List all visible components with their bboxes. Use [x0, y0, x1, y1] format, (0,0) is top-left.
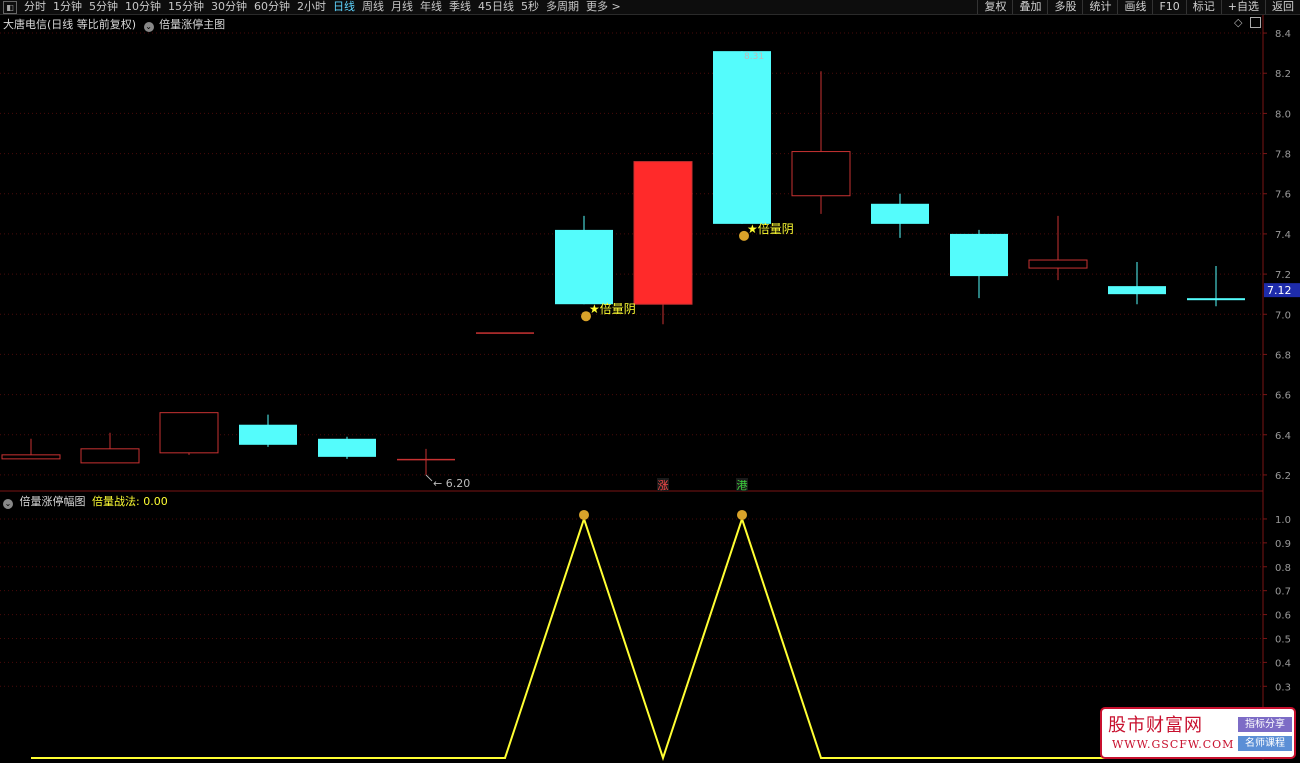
- watermark-badge-share: 指标分享: [1238, 717, 1292, 732]
- candle-body: [1108, 286, 1166, 295]
- candle-body: [1187, 298, 1245, 301]
- high-price-label: 8.31: [744, 52, 764, 62]
- last-price-label: 7.12: [1267, 284, 1292, 297]
- main-tick-label: 7.2: [1275, 270, 1291, 281]
- candle-body: [1, 454, 61, 460]
- candle-body: [555, 229, 613, 305]
- sub-indicator-toggle-icon[interactable]: ⌄: [3, 499, 13, 509]
- sub-tick-label: 0.9: [1275, 539, 1291, 550]
- low-price-label: ← 6.20: [433, 477, 470, 490]
- main-tick-label: 8.0: [1275, 109, 1291, 120]
- low-pointer: [425, 474, 433, 482]
- candle-body: [80, 448, 140, 464]
- sub-tick-label: 0.3: [1275, 682, 1291, 693]
- main-tick-label: 7.4: [1275, 230, 1291, 241]
- watermark: 股市财富网 WWW.GSCFW.COM 指标分享 名师课程: [1100, 707, 1296, 759]
- candle-body: [871, 203, 929, 224]
- main-indicator-name[interactable]: 倍量涨停主图: [159, 18, 225, 31]
- main-tick-label: 6.6: [1275, 391, 1291, 402]
- candle-body: [318, 438, 376, 457]
- signal-label: ★倍量阴: [747, 221, 794, 236]
- main-tick-label: 7.6: [1275, 190, 1291, 201]
- main-tick-label: 6.4: [1275, 431, 1291, 442]
- main-tick-label: 7.8: [1275, 150, 1291, 161]
- sub-indicator-name[interactable]: 倍量涨停幅图: [20, 495, 86, 508]
- main-tick-label: 7.0: [1275, 310, 1291, 321]
- sub-tick-label: 0.7: [1275, 587, 1291, 598]
- watermark-badge-course: 名师课程: [1238, 736, 1292, 751]
- stock-title: 大唐电信(日线 等比前复权): [3, 18, 137, 31]
- candle-body: [950, 233, 1008, 277]
- sub-tick-label: 0.8: [1275, 563, 1291, 574]
- candle-body: [633, 161, 693, 305]
- chart-canvas[interactable]: 8.4 8.2 8.0 7.8 7.6 7.4 7.2 7.0 6.8 6.6 6.4 6.2 ★倍量…: [0, 0, 1300, 763]
- candle-body: [239, 424, 297, 445]
- main-tick-label: 6.8: [1275, 350, 1291, 361]
- main-tick-label: 8.2: [1275, 69, 1291, 80]
- event-marker: 涨: [658, 479, 669, 492]
- signal-label: ★倍量阴: [589, 301, 636, 316]
- indicator-toggle-icon[interactable]: ⌄: [143, 22, 154, 32]
- sub-chart-header: ⌄ 倍量涨停幅图 倍量战法: 0.00: [3, 493, 168, 509]
- money-bag-icon: [737, 509, 747, 520]
- event-marker: 港: [737, 479, 748, 492]
- candle-body: [1028, 259, 1088, 269]
- candle-body: [791, 151, 851, 197]
- sub-tick-label: 0.4: [1275, 658, 1291, 669]
- sub-indicator-label: 倍量战法:: [92, 495, 140, 508]
- watermark-url: WWW.GSCFW.COM: [1112, 738, 1235, 751]
- candle-body: [476, 332, 534, 334]
- main-tick-label: 8.4: [1275, 29, 1291, 40]
- candle-body: [713, 51, 771, 224]
- sub-tick-label: 0.6: [1275, 611, 1291, 622]
- sub-indicator-value: 0.00: [143, 495, 168, 508]
- main-tick-label: 6.2: [1275, 471, 1291, 482]
- candle-body: [397, 458, 455, 461]
- money-bag-icon: [579, 509, 589, 520]
- watermark-title: 股市财富网: [1108, 715, 1203, 736]
- candle-body: [159, 412, 219, 454]
- main-chart-header: 大唐电信(日线 等比前复权) ⌄ 倍量涨停主图: [3, 16, 225, 32]
- sub-tick-label: 1.0: [1275, 515, 1291, 526]
- sub-tick-label: 0.5: [1275, 634, 1291, 645]
- diamond-icon[interactable]: ◇: [1234, 16, 1242, 29]
- maximize-icon[interactable]: [1250, 17, 1261, 28]
